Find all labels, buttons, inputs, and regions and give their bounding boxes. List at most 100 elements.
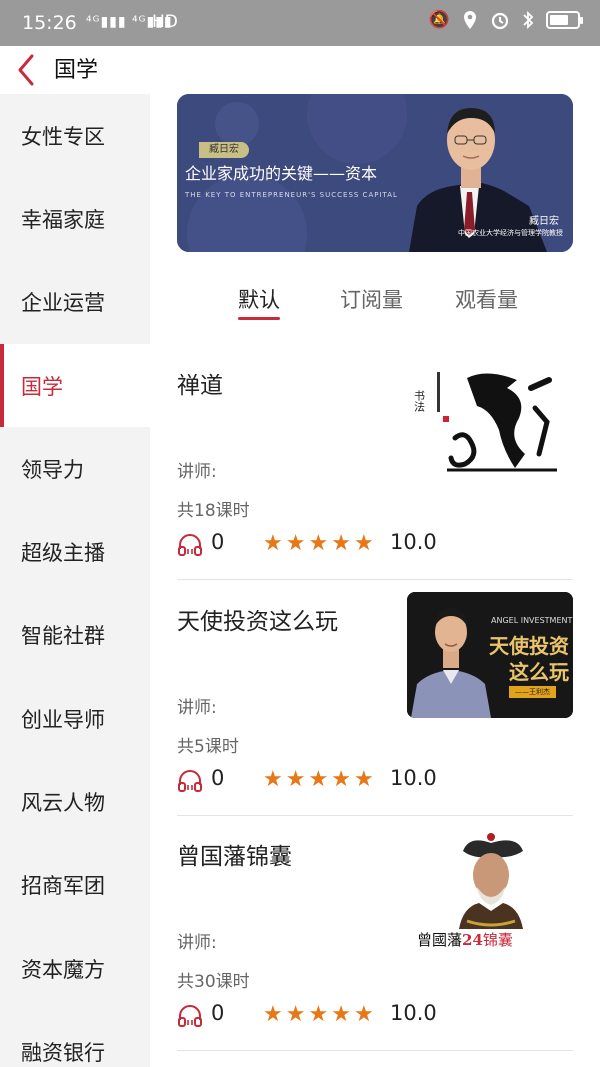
- sidebar-item-label: 国学: [21, 374, 63, 399]
- sidebar-item-label: 智能社群: [21, 624, 105, 649]
- course-title: 禅道: [177, 373, 223, 399]
- sort-tabs: 默认 订阅量 观看量: [150, 284, 600, 320]
- battery-level: [550, 15, 569, 25]
- headphone-icon: [178, 770, 202, 792]
- star-icon: ★: [353, 1002, 374, 1027]
- sidebar-item[interactable]: 超级主播: [0, 510, 150, 593]
- sidebar-item-label: 女性专区: [21, 124, 105, 149]
- sidebar-item-label: 融资银行: [21, 1040, 105, 1065]
- bluetooth-icon: [523, 10, 534, 30]
- course-item[interactable]: 曾国藩锦囊 讲师: 共30课时 0 ★ ★ ★ ★ ★ 10.0 曾國藩24锦囊: [177, 815, 573, 1051]
- poster-caption-en: ANGEL INVESTMENT: [491, 616, 573, 625]
- sidebar-item-label: 企业运营: [21, 291, 105, 316]
- star-icon: ★: [308, 1002, 329, 1027]
- banner-tag: 臧日宏: [199, 142, 249, 158]
- star-icon: ★: [285, 767, 306, 792]
- banner-person-title: 中国农业大学经济与管理学院教授: [458, 229, 563, 237]
- poster-caption-line1: 天使投资: [489, 634, 569, 658]
- star-icon: ★: [285, 1002, 306, 1027]
- nav-bar: 国学: [0, 46, 600, 94]
- course-item[interactable]: 天使投资这么玩 讲师: 共5课时 0 ★ ★ ★ ★ ★ 10.0 ANGEL INVE…: [177, 580, 573, 816]
- star-rating: ★ ★ ★ ★ ★: [263, 533, 374, 555]
- listen-count: 0: [211, 766, 225, 790]
- course-item[interactable]: 禅道 讲师: 共18课时 0 ★ ★ ★ ★ ★ 10.0 书法: [177, 344, 573, 580]
- back-arrow-icon[interactable]: [12, 50, 44, 90]
- portrait-caption: 曾國藩24锦囊: [417, 929, 513, 950]
- listen-count: 0: [211, 530, 225, 554]
- mute-icon: 🔕: [428, 10, 450, 30]
- rating-value: 10.0: [390, 1001, 437, 1025]
- sidebar-item[interactable]: 女性专区: [0, 94, 150, 177]
- status-bar: 15:26 ⁴ᴳ▮▮▮ ⁴ᴳ▮▮▮ HD 🔕: [0, 0, 600, 46]
- sidebar-item[interactable]: 智能社群: [0, 594, 150, 677]
- sidebar-item[interactable]: 企业运营: [0, 261, 150, 344]
- course-thumbnail: 书法: [407, 358, 573, 484]
- star-icon: ★: [353, 531, 374, 556]
- main-content: 臧日宏 企业家成功的关键——资本 THE KEY TO ENTREPRENEUR…: [150, 94, 600, 1067]
- seal-text: 书法: [413, 390, 426, 412]
- course-lessons: 共30课时: [177, 972, 250, 992]
- poster-author: ——王利杰: [509, 686, 556, 698]
- course-lessons: 共18课时: [177, 501, 250, 521]
- star-icon: ★: [263, 1002, 283, 1027]
- course-teacher: 讲师:: [177, 698, 217, 718]
- course-teacher: 讲师:: [177, 933, 217, 953]
- sidebar-item-label: 资本魔方: [21, 957, 105, 982]
- sidebar-item[interactable]: 资本魔方: [0, 927, 150, 1010]
- course-title: 天使投资这么玩: [177, 609, 338, 635]
- course-stats: 0 ★ ★ ★ ★ ★ 10.0: [177, 529, 573, 559]
- alarm-icon: [491, 12, 509, 30]
- sidebar-item[interactable]: 幸福家庭: [0, 177, 150, 260]
- star-icon: ★: [308, 767, 329, 792]
- sidebar-item[interactable]: 融资银行: [0, 1010, 150, 1067]
- sidebar-item-label: 领导力: [21, 457, 84, 482]
- course-thumbnail: ANGEL INVESTMENT 天使投资 这么玩 ——王利杰: [407, 592, 573, 718]
- headphone-icon: [178, 1005, 202, 1027]
- page-title: 国学: [54, 58, 99, 83]
- rating-value: 10.0: [390, 766, 437, 790]
- sidebar-item-label: 幸福家庭: [21, 207, 105, 232]
- location-icon: [464, 11, 476, 29]
- status-icons: 🔕: [428, 10, 583, 30]
- headphone-icon: [178, 534, 202, 556]
- banner-subtitle: THE KEY TO ENTREPRENEUR'S SUCCESS CAPITA…: [185, 191, 398, 199]
- battery-icon: [546, 11, 583, 29]
- star-icon: ★: [263, 767, 283, 792]
- tab-subscriptions[interactable]: 订阅量: [340, 284, 403, 314]
- banner-title: 企业家成功的关键——资本: [185, 164, 378, 183]
- tab-views[interactable]: 观看量: [455, 284, 518, 314]
- sidebar-item-label: 超级主播: [21, 541, 105, 566]
- course-thumbnail: 曾國藩24锦囊: [407, 829, 573, 955]
- sidebar-item-label: 创业导师: [21, 707, 105, 732]
- sidebar-item[interactable]: 风云人物: [0, 760, 150, 843]
- sidebar-item[interactable]: 招商军团: [0, 844, 150, 927]
- star-rating: ★ ★ ★ ★ ★: [263, 769, 374, 791]
- portrait-caption-c: 锦囊: [482, 931, 513, 949]
- course-lessons: 共5课时: [177, 737, 239, 757]
- sidebar-item-label: 招商军团: [21, 874, 105, 899]
- rating-value: 10.0: [390, 530, 437, 554]
- sidebar-item[interactable]: 领导力: [0, 427, 150, 510]
- sidebar-item[interactable]: 国学: [0, 343, 150, 428]
- star-icon: ★: [285, 531, 306, 556]
- course-teacher: 讲师:: [177, 462, 217, 482]
- tab-default[interactable]: 默认: [238, 284, 280, 320]
- status-time: 15:26: [22, 12, 77, 34]
- sidebar-item[interactable]: 创业导师: [0, 677, 150, 760]
- promo-banner[interactable]: 臧日宏 企业家成功的关键——资本 THE KEY TO ENTREPRENEUR…: [177, 94, 573, 252]
- star-icon: ★: [353, 767, 374, 792]
- star-icon: ★: [331, 531, 351, 556]
- listen-count: 0: [211, 1001, 225, 1025]
- course-stats: 0 ★ ★ ★ ★ ★ 10.0: [177, 765, 573, 795]
- star-rating: ★ ★ ★ ★ ★: [263, 1004, 374, 1026]
- portrait-caption-b: 24: [462, 931, 483, 949]
- banner-person-name: 臧日宏: [529, 216, 559, 227]
- star-icon: ★: [263, 531, 283, 556]
- course-title: 曾国藩锦囊: [177, 844, 292, 870]
- sidebar-item-label: 风云人物: [21, 791, 105, 816]
- star-icon: ★: [308, 531, 329, 556]
- star-icon: ★: [331, 1002, 351, 1027]
- network-label: HD: [152, 12, 178, 32]
- calligraphy-image: 书法: [413, 372, 557, 472]
- course-stats: 0 ★ ★ ★ ★ ★ 10.0: [177, 1000, 573, 1030]
